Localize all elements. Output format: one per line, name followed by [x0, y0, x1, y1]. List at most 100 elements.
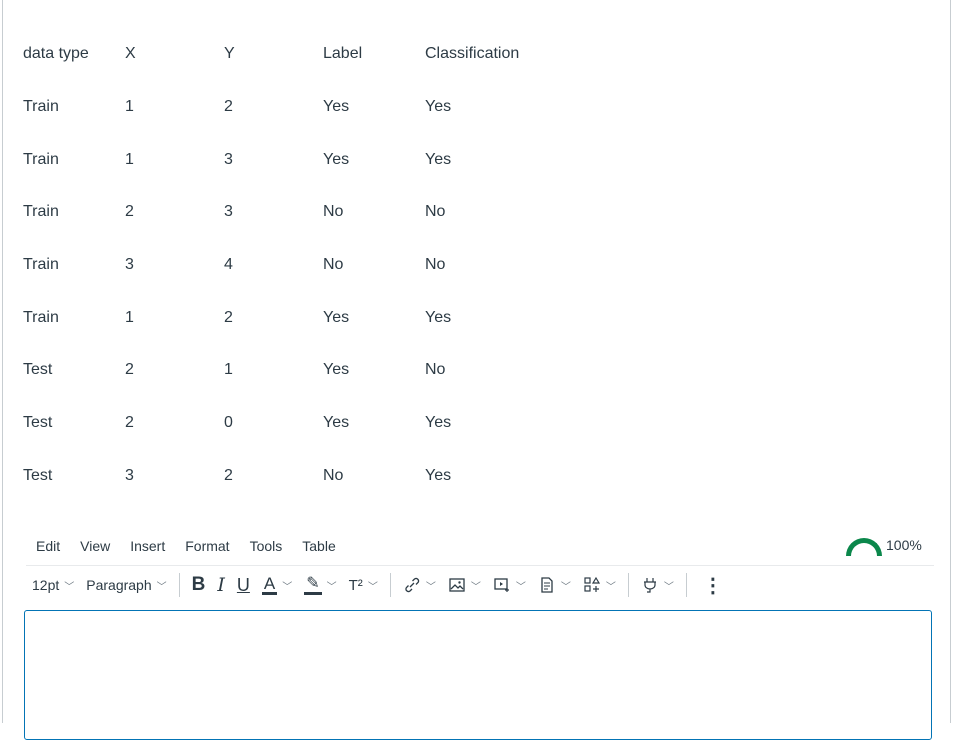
chevron-down-icon: ﹀	[470, 581, 481, 593]
menubar-divider	[26, 565, 934, 566]
chevron-down-icon: ﹀	[367, 581, 378, 593]
table-cell: No	[425, 256, 446, 274]
menu-edit[interactable]: Edit	[26, 536, 70, 556]
table-header-row: data type X Y Label Classification	[13, 28, 555, 81]
more-options-button[interactable]: ⋮	[693, 569, 733, 601]
italic-button[interactable]: I	[211, 569, 231, 601]
editor-menubar: Edit View Insert Format Tools Table	[26, 536, 346, 556]
underline-button[interactable]: U	[231, 569, 256, 601]
document-icon	[541, 577, 553, 593]
table-cell: 2	[224, 308, 233, 326]
table-cell: 0	[224, 414, 233, 432]
block-format-dropdown[interactable]: Paragraph ﹀	[80, 569, 172, 601]
block-format-value: Paragraph	[86, 577, 152, 593]
table-cell: Yes	[323, 414, 350, 432]
table-row: Train 1 2 Yes Yes	[13, 81, 555, 134]
table-cell: No	[323, 203, 344, 221]
superscript-button[interactable]: T² ﹀	[343, 569, 384, 601]
table-cell: 3	[125, 256, 134, 274]
link-button[interactable]: ﹀	[397, 569, 442, 601]
chevron-down-icon: ﹀	[64, 581, 75, 593]
font-size-value: 12pt	[32, 577, 60, 593]
table-cell: 1	[224, 361, 233, 379]
highlighter-icon: ✎	[304, 575, 322, 595]
table-cell: Yes	[425, 466, 452, 484]
table-cell: Yes	[323, 150, 350, 168]
table-cell: 1	[125, 98, 134, 116]
bold-button[interactable]: B	[186, 569, 212, 601]
image-icon	[449, 578, 465, 592]
chevron-down-icon: ﹀	[605, 581, 616, 593]
menu-table[interactable]: Table	[292, 536, 345, 556]
table-cell: Yes	[425, 308, 452, 326]
table-cell: 3	[125, 466, 134, 484]
table-header-cell: data type	[23, 45, 89, 63]
table-cell: 3	[224, 203, 233, 221]
italic-icon: I	[217, 574, 225, 596]
table-cell: Train	[23, 308, 59, 326]
table-header-cell: X	[125, 45, 136, 63]
table-row: Train 3 4 No No	[13, 239, 555, 292]
apps-icon	[584, 576, 600, 592]
table-cell: No	[425, 203, 446, 221]
table-row: Test 2 0 Yes Yes	[13, 397, 555, 450]
table-row: Train 2 3 No No	[13, 186, 555, 239]
table-cell: 1	[125, 150, 134, 168]
toolbar-separator	[389, 573, 391, 597]
table-cell: Train	[23, 150, 59, 168]
table-cell: No	[323, 256, 344, 274]
editor-toolbar: 12pt ﹀ Paragraph ﹀ B I U A ﹀ ✎ ﹀ T² ﹀ ﹀ …	[26, 569, 934, 601]
document-button[interactable]: ﹀	[532, 569, 577, 601]
bold-icon: B	[191, 574, 206, 595]
table-cell: Train	[23, 98, 59, 116]
toolbar-separator	[685, 573, 687, 597]
table-header-cell: Label	[323, 45, 363, 63]
table-header-cell: Classification	[425, 45, 520, 63]
table-cell: 2	[125, 414, 134, 432]
table-cell: 2	[125, 361, 134, 379]
rich-text-editor-area[interactable]	[24, 610, 932, 740]
chevron-down-icon: ﹀	[425, 581, 436, 593]
toolbar-separator	[178, 573, 180, 597]
more-vertical-icon: ⋮	[702, 574, 723, 597]
table-row: Test 2 1 Yes No	[13, 344, 555, 397]
plugins-button[interactable]: ﹀	[635, 569, 680, 601]
chevron-down-icon: ﹀	[326, 581, 337, 593]
media-button[interactable]: ﹀	[487, 569, 532, 601]
toolbar-separator	[627, 573, 629, 597]
table-cell: 2	[224, 466, 233, 484]
menu-tools[interactable]: Tools	[240, 536, 293, 556]
font-size-dropdown[interactable]: 12pt ﹀	[26, 569, 80, 601]
text-color-button[interactable]: A ﹀	[256, 569, 298, 601]
underline-icon: U	[236, 574, 250, 595]
table-cell: Train	[23, 203, 59, 221]
table-cell: 1	[125, 308, 134, 326]
menu-format[interactable]: Format	[175, 536, 239, 556]
table-cell: Yes	[425, 414, 452, 432]
table-cell: Yes	[323, 98, 350, 116]
table-cell: 3	[224, 150, 233, 168]
superscript-icon: T²	[348, 576, 363, 594]
highlight-color-button[interactable]: ✎ ﹀	[298, 569, 342, 601]
table-cell: No	[425, 361, 446, 379]
plug-icon	[643, 578, 656, 593]
menu-insert[interactable]: Insert	[120, 536, 175, 556]
table-row: Train 1 3 Yes Yes	[13, 133, 555, 186]
table-cell: 2	[224, 98, 233, 116]
chevron-down-icon: ﹀	[282, 581, 293, 593]
chevron-down-icon: ﹀	[515, 581, 526, 593]
table-cell: 2	[125, 203, 134, 221]
table-cell: Train	[23, 256, 59, 274]
menu-view[interactable]: View	[70, 536, 120, 556]
chevron-down-icon: ﹀	[560, 581, 571, 593]
image-button[interactable]: ﹀	[442, 569, 487, 601]
accessibility-checker[interactable]: 100%	[846, 536, 922, 558]
table-cell: Test	[23, 361, 53, 379]
chevron-down-icon: ﹀	[156, 581, 167, 593]
table-cell: Yes	[425, 150, 452, 168]
data-table: data type X Y Label Classification Train…	[13, 28, 555, 502]
table-header-cell: Y	[224, 45, 235, 63]
table-cell: No	[323, 466, 344, 484]
table-cell: Yes	[323, 308, 350, 326]
apps-button[interactable]: ﹀	[577, 569, 622, 601]
